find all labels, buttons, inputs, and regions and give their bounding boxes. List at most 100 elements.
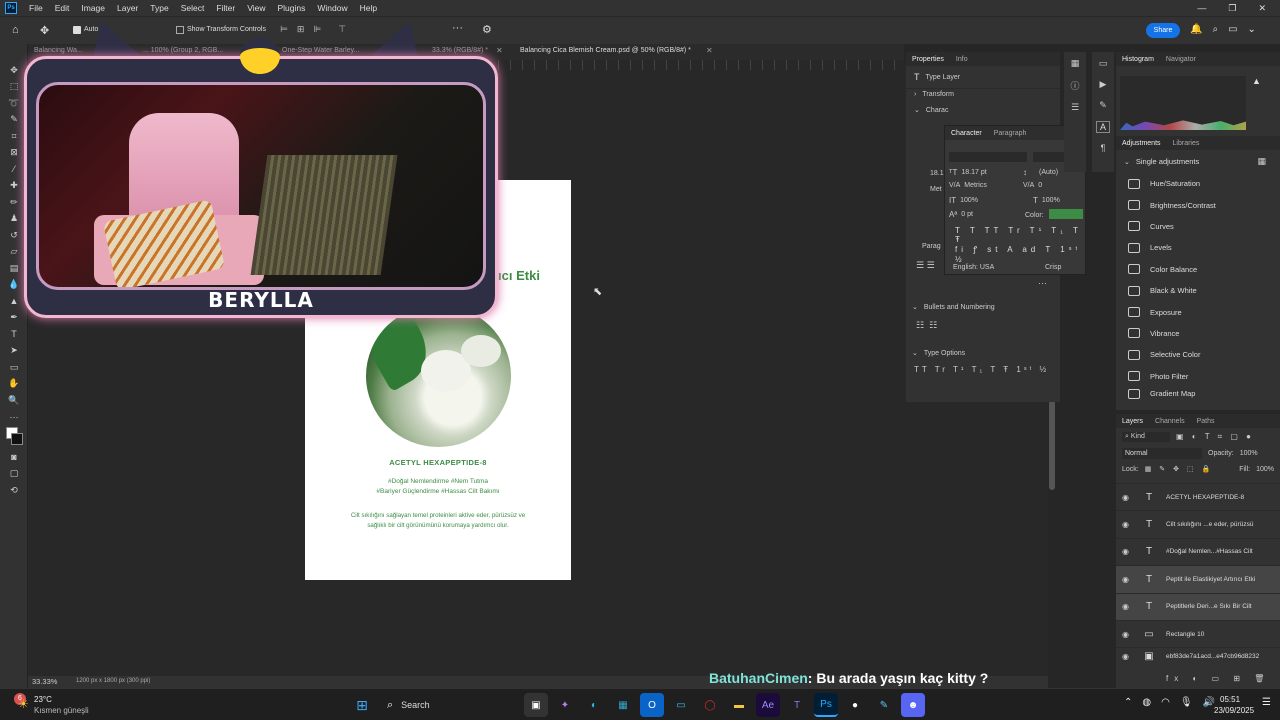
shape-tool-icon[interactable]: ▭ xyxy=(0,359,28,376)
lock-icons[interactable]: ▦ ✎ ✥ ⬚ 🔒 xyxy=(1145,465,1213,473)
layer-row[interactable]: ◉ ▣ ebf83de7a1acd...e47cb96d8232 xyxy=(1116,647,1280,665)
layer-row[interactable]: ◉ T Cilt sıkılığını ...e eder, pürüzsü xyxy=(1116,510,1280,537)
layer-name[interactable]: Cilt sıkılığını ...e eder, pürüzsü xyxy=(1166,521,1253,528)
vertical-scrollbar[interactable] xyxy=(1049,400,1055,490)
type-tool-icon[interactable]: T xyxy=(0,326,28,343)
adjustment-exposure[interactable]: Exposure xyxy=(1116,301,1280,322)
tab-channels[interactable]: Channels xyxy=(1155,418,1185,425)
notifications-bell-icon[interactable]: 🔔 xyxy=(1190,24,1202,35)
layer-name[interactable]: Peptit ile Elastikiyet Artırıcı Etki xyxy=(1166,576,1255,583)
zoom-tool-icon[interactable]: 🔍 xyxy=(0,392,28,409)
adjustment-photo-filter[interactable]: Photo Filter xyxy=(1116,366,1280,387)
vertical-scale-value[interactable]: 100% xyxy=(960,197,978,204)
menu-layer[interactable]: Layer xyxy=(111,3,144,13)
baseline-value[interactable]: 0 pt xyxy=(961,211,973,218)
photoshop-logo-icon[interactable]: Ps xyxy=(5,2,17,14)
layer-row[interactable]: ◉ ▭ Rectangle 10 xyxy=(1116,619,1280,647)
remote-desktop-icon[interactable]: ▭ xyxy=(669,693,693,717)
collapse-icon[interactable]: ⌄ xyxy=(1124,158,1130,166)
adjustment-levels[interactable]: Levels xyxy=(1116,237,1280,258)
obs-icon[interactable]: ● xyxy=(843,693,867,717)
workspace-icon[interactable]: ▭ xyxy=(1228,24,1237,35)
adjustment-curves[interactable]: Curves xyxy=(1116,216,1280,237)
transform-section[interactable]: Transform xyxy=(922,91,954,98)
menu-plugins[interactable]: Plugins xyxy=(271,3,311,13)
teams-icon[interactable]: T xyxy=(785,693,809,717)
font-size-value[interactable]: 18.17 pt xyxy=(961,169,986,176)
more-tools-icon[interactable]: ··· xyxy=(0,409,28,426)
tab-paths[interactable]: Paths xyxy=(1197,418,1215,425)
collapse-icon[interactable]: ⌄ xyxy=(912,303,918,311)
character-icon[interactable]: A xyxy=(1096,121,1110,133)
visibility-eye-icon[interactable]: ◉ xyxy=(1122,630,1132,639)
collapse-icon[interactable]: ⌄ xyxy=(912,349,918,357)
layer-name[interactable]: #Doğal Nemlen...#Hassas Cilt xyxy=(1166,548,1253,555)
hand-tool-icon[interactable]: ✋ xyxy=(0,376,28,393)
opacity-value[interactable]: 100% xyxy=(1240,450,1258,457)
adjustment-hue-saturation[interactable]: Hue/Saturation xyxy=(1116,173,1280,194)
adjustment-color-balance[interactable]: Color Balance xyxy=(1116,259,1280,280)
tab-layers[interactable]: Layers xyxy=(1122,418,1143,425)
layer-name[interactable]: ebf83de7a1acd...e47cb96d8232 xyxy=(1166,653,1259,660)
more-icon[interactable]: ··· xyxy=(1038,278,1047,288)
tab-properties[interactable]: Properties xyxy=(912,56,944,63)
layer-row[interactable]: ◉ T ACETYL HEXAPEPTIDE-8 xyxy=(1116,483,1280,510)
clock-time[interactable]: 05:51 xyxy=(1220,695,1240,704)
tab-character[interactable]: Character xyxy=(951,130,982,137)
file-explorer-icon[interactable]: ▬ xyxy=(727,693,751,717)
path-select-tool-icon[interactable]: ➤ xyxy=(0,343,28,360)
language-select[interactable]: English: USA xyxy=(953,264,994,271)
paragraph-icon[interactable]: ¶ xyxy=(1092,143,1114,153)
menu-image[interactable]: Image xyxy=(75,3,111,13)
type-options-label[interactable]: Type Options xyxy=(924,350,965,357)
share-button[interactable]: Share xyxy=(1146,23,1180,38)
visibility-eye-icon[interactable]: ◉ xyxy=(1122,652,1132,661)
menu-edit[interactable]: Edit xyxy=(49,3,76,13)
grid-view-icon[interactable]: ▦ xyxy=(1257,156,1266,167)
adjustment-selective-color[interactable]: Selective Color xyxy=(1116,344,1280,365)
list-icons[interactable]: ☷ ☷ xyxy=(916,320,937,331)
menu-filter[interactable]: Filter xyxy=(210,3,241,13)
search-icon[interactable]: ⌕ xyxy=(1212,24,1218,35)
outlook-icon[interactable]: O xyxy=(640,693,664,717)
fill-value[interactable]: 100% xyxy=(1256,466,1274,473)
text-color-swatch[interactable] xyxy=(1049,209,1083,219)
blend-mode-select[interactable]: Normal xyxy=(1122,448,1202,459)
home-icon[interactable]: ⌂ xyxy=(12,24,19,36)
menu-window[interactable]: Window xyxy=(311,3,353,13)
layer-footer-icons[interactable]: fx ◐ ▭ ⊞ 🗑 xyxy=(1166,674,1270,683)
tab-info[interactable]: Info xyxy=(956,56,968,63)
tracking-value[interactable]: 0 xyxy=(1038,182,1042,189)
filter-icons[interactable]: ▣ ◐ T ⌗ ▢ ● xyxy=(1176,432,1254,442)
close-icon[interactable]: ✕ xyxy=(1258,3,1266,14)
notification-icon[interactable]: ☰ xyxy=(1262,697,1271,708)
store-icon[interactable]: ▦ xyxy=(611,693,635,717)
anti-alias-select[interactable]: Crisp xyxy=(1045,264,1061,271)
menu-type[interactable]: Type xyxy=(144,3,174,13)
layer-name[interactable]: Rectangle 10 xyxy=(1166,631,1204,638)
weather-widget[interactable]: 6 ☀ 23°C Kısmen güneşli xyxy=(8,693,98,717)
adjustment-vibrance[interactable]: Vibrance xyxy=(1116,323,1280,344)
visibility-eye-icon[interactable]: ◉ xyxy=(1122,520,1132,529)
tab-libraries[interactable]: Libraries xyxy=(1173,140,1200,147)
filter-kind-select[interactable]: ⌕ Kind xyxy=(1122,432,1170,442)
windows-start-icon[interactable]: ⊞ xyxy=(350,693,374,717)
tab-close-icon[interactable]: ✕ xyxy=(706,46,713,55)
type-options-icons[interactable]: TT Tr T¹ T₁ T Ŧ 1ˢᵗ ½ xyxy=(914,365,1049,374)
adjust-icon[interactable]: ☰ xyxy=(1064,102,1086,113)
visibility-eye-icon[interactable]: ◉ xyxy=(1122,602,1132,611)
menu-file[interactable]: File xyxy=(23,3,49,13)
adjustment-brightness-contrast[interactable]: Brightness/Contrast xyxy=(1116,194,1280,215)
layer-row-selected[interactable]: ◉ T Peptitlerle Deri...e Sıkı Bir Cilt xyxy=(1116,592,1280,620)
visibility-eye-icon[interactable]: ◉ xyxy=(1122,547,1132,556)
restore-icon[interactable]: ❐ xyxy=(1228,3,1236,14)
justify-icons[interactable]: ☰ ☰ xyxy=(916,260,935,271)
menu-help[interactable]: Help xyxy=(354,3,383,13)
color-swatches[interactable] xyxy=(0,425,28,449)
tab-doc-5-active[interactable]: Balancing Cica Blemish Cream.psd @ 50% (… xyxy=(520,47,691,54)
zoom-level[interactable]: 33.33% xyxy=(32,677,57,686)
taskbar-search[interactable]: ⌕ Search xyxy=(379,693,519,717)
font-family-select[interactable] xyxy=(949,152,1027,162)
copilot-icon[interactable]: ✦ xyxy=(553,693,577,717)
edge-browser-icon[interactable]: ◐ xyxy=(582,693,606,717)
